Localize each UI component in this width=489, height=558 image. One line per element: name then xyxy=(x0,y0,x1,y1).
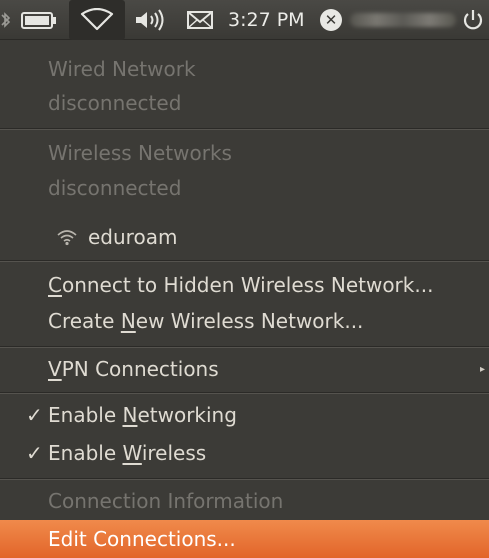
separator xyxy=(0,392,489,394)
connection-information-item: Connection Information xyxy=(0,482,489,520)
wired-status-label: disconnected xyxy=(48,91,182,115)
checkmark-icon: ✓ xyxy=(26,403,43,427)
edit-connections-label: Edit Connections... xyxy=(48,527,236,551)
wireless-networks-status: disconnected xyxy=(0,169,489,207)
create-new-label: Create New Wireless Network... xyxy=(48,309,364,333)
enable-wireless-item[interactable]: ✓ Enable Wireless xyxy=(0,434,489,472)
clock[interactable]: 3:27 PM xyxy=(228,0,320,40)
wireless-networks-label: Wireless Networks xyxy=(48,141,232,165)
separator xyxy=(0,346,489,348)
wireless-status-label: disconnected xyxy=(48,176,182,200)
enable-networking-item[interactable]: ✓ Enable Networking xyxy=(0,396,489,434)
vpn-connections-label: VPN Connections xyxy=(48,357,219,381)
wired-network-status: disconnected xyxy=(0,84,489,122)
user-status-icon: ✕ xyxy=(320,9,342,31)
network-item-eduroam[interactable]: eduroam xyxy=(0,218,489,256)
edit-connections-item[interactable]: Edit Connections... xyxy=(0,520,489,558)
enable-wireless-label: Enable Wireless xyxy=(48,441,207,465)
create-new-network-item[interactable]: Create New Wireless Network... xyxy=(0,302,489,340)
bluetooth-icon[interactable] xyxy=(0,0,12,40)
mail-icon[interactable] xyxy=(180,0,222,40)
wired-network-header: Wired Network xyxy=(0,50,489,88)
network-menu: Wired Network disconnected Wireless Netw… xyxy=(0,40,489,558)
wireless-networks-header: Wireless Networks xyxy=(0,134,489,172)
mnemonic-key: C xyxy=(48,273,62,297)
mnemonic-key: V xyxy=(48,357,62,381)
enable-networking-label: Enable Networking xyxy=(48,403,237,427)
connect-hidden-label: Connect to Hidden Wireless Network... xyxy=(48,273,434,297)
wired-network-label: Wired Network xyxy=(48,57,196,81)
connect-hidden-network-item[interactable]: Connect to Hidden Wireless Network... xyxy=(0,266,489,304)
network-name-label: eduroam xyxy=(88,225,178,249)
top-panel: 3:27 PM ✕ xyxy=(0,0,489,40)
separator xyxy=(0,260,489,262)
vpn-connections-item[interactable]: VPN Connections ▸ xyxy=(0,350,489,388)
user-menu[interactable]: ✕ xyxy=(320,0,468,40)
battery-icon[interactable] xyxy=(14,0,64,40)
power-icon[interactable] xyxy=(458,0,488,40)
separator xyxy=(0,478,489,480)
username-blurred xyxy=(350,13,456,27)
mnemonic-key: N xyxy=(122,403,138,427)
submenu-arrow-icon: ▸ xyxy=(479,363,485,375)
separator xyxy=(0,128,489,130)
wifi-signal-icon xyxy=(56,218,78,256)
mnemonic-key: N xyxy=(120,309,136,333)
mnemonic-key: W xyxy=(122,441,142,465)
network-wireless-icon[interactable] xyxy=(69,0,125,40)
connection-information-label: Connection Information xyxy=(48,489,284,513)
volume-icon[interactable] xyxy=(126,0,174,40)
checkmark-icon: ✓ xyxy=(26,441,43,465)
